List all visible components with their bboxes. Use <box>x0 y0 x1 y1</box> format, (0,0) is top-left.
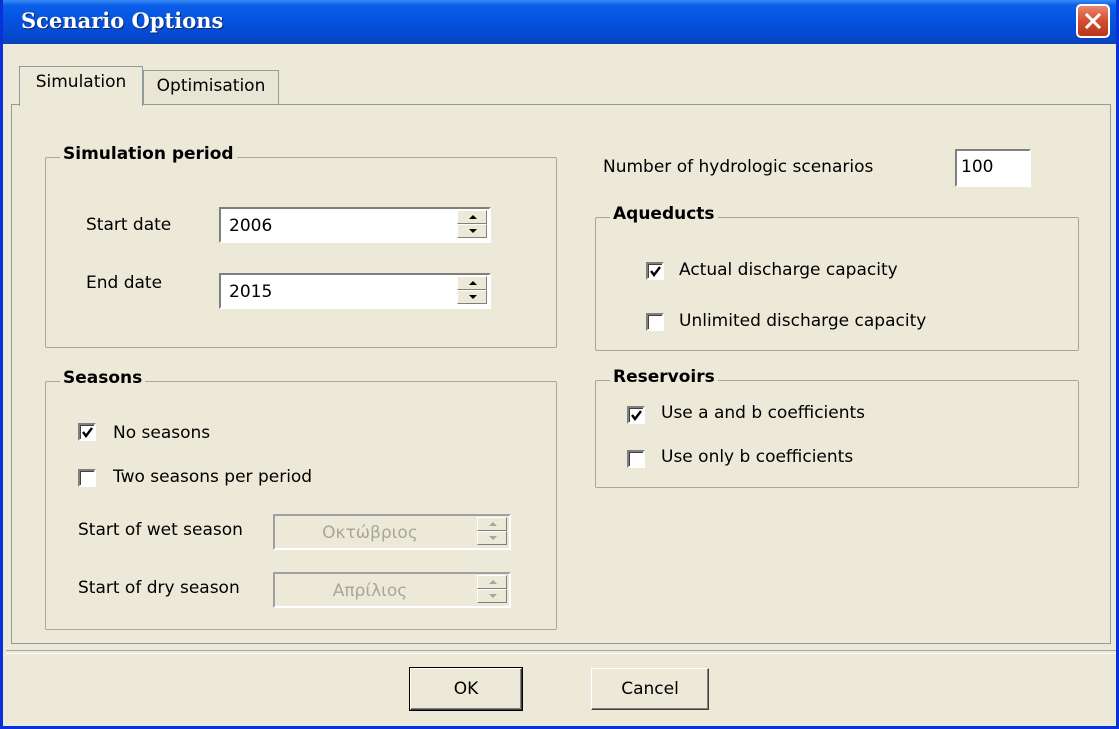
tab-optimisation-label: Optimisation <box>156 76 266 96</box>
unlimited-discharge-label[interactable]: Unlimited discharge capacity <box>679 311 926 331</box>
start-date-spinner[interactable]: 2006 <box>219 207 491 243</box>
close-icon <box>1085 13 1101 29</box>
dry-season-value: Απρίλιος <box>332 581 408 601</box>
checkmark-icon <box>650 266 661 277</box>
footer-separator <box>6 650 1116 654</box>
window-title: Scenario Options <box>21 8 224 33</box>
start-date-value: 2006 <box>229 216 273 236</box>
scenario-options-dialog: Scenario Options Simulation Optimisation… <box>0 0 1119 729</box>
reservoirs-group: Reservoirs <box>595 367 1079 488</box>
wet-season-up-button[interactable] <box>477 517 507 531</box>
ok-button-label: OK <box>453 679 479 699</box>
end-date-down-button[interactable] <box>457 290 487 304</box>
ab-coefficients-label[interactable]: Use a and b coefficients <box>661 403 865 423</box>
start-date-down-button[interactable] <box>457 224 487 238</box>
checkmark-icon <box>82 427 93 438</box>
actual-discharge-checkbox[interactable] <box>646 262 664 280</box>
dry-season-down-button[interactable] <box>477 589 507 603</box>
no-seasons-label[interactable]: No seasons <box>113 423 210 443</box>
end-date-spinner[interactable]: 2015 <box>219 273 491 309</box>
hydrologic-scenarios-label: Number of hydrologic scenarios <box>603 157 874 177</box>
dry-season-select[interactable]: Απρίλιος <box>273 572 511 608</box>
end-date-label: End date <box>86 273 163 293</box>
b-coefficients-checkbox[interactable] <box>627 450 645 468</box>
seasons-legend: Seasons <box>60 368 146 388</box>
cancel-button-label: Cancel <box>621 679 679 699</box>
hydrologic-scenarios-input[interactable]: 100 <box>955 149 1031 187</box>
wet-season-select[interactable]: Οκτώβριος <box>273 514 511 550</box>
wet-season-value: Οκτώβριος <box>322 523 418 543</box>
close-button[interactable] <box>1076 4 1110 38</box>
simulation-period-legend: Simulation period <box>60 144 237 164</box>
tab-simulation-label: Simulation <box>35 72 127 92</box>
checkmark-icon <box>631 410 642 421</box>
end-date-up-button[interactable] <box>457 276 487 290</box>
ok-button[interactable]: OK <box>409 667 523 711</box>
tab-optimisation[interactable]: Optimisation <box>143 70 279 106</box>
reservoirs-legend: Reservoirs <box>610 367 718 387</box>
ab-coefficients-checkbox[interactable] <box>627 406 645 424</box>
dry-season-up-button[interactable] <box>477 575 507 589</box>
b-coefficients-label[interactable]: Use only b coefficients <box>661 447 853 467</box>
aqueducts-legend: Aqueducts <box>610 204 718 224</box>
hydrologic-scenarios-value: 100 <box>961 157 994 177</box>
unlimited-discharge-checkbox[interactable] <box>646 313 664 331</box>
tab-simulation[interactable]: Simulation <box>19 66 143 106</box>
cancel-button[interactable]: Cancel <box>591 668 709 710</box>
end-date-value: 2015 <box>229 282 273 302</box>
no-seasons-checkbox[interactable] <box>78 423 96 441</box>
wet-season-down-button[interactable] <box>477 531 507 545</box>
start-date-up-button[interactable] <box>457 210 487 224</box>
title-bar[interactable]: Scenario Options <box>3 0 1116 44</box>
actual-discharge-label[interactable]: Actual discharge capacity <box>679 260 898 280</box>
dry-season-label: Start of dry season <box>78 578 240 598</box>
two-seasons-checkbox[interactable] <box>78 469 96 487</box>
wet-season-label: Start of wet season <box>78 520 243 540</box>
two-seasons-label[interactable]: Two seasons per period <box>113 467 312 487</box>
start-date-label: Start date <box>86 215 172 235</box>
simulation-period-group: Simulation period <box>45 144 557 348</box>
